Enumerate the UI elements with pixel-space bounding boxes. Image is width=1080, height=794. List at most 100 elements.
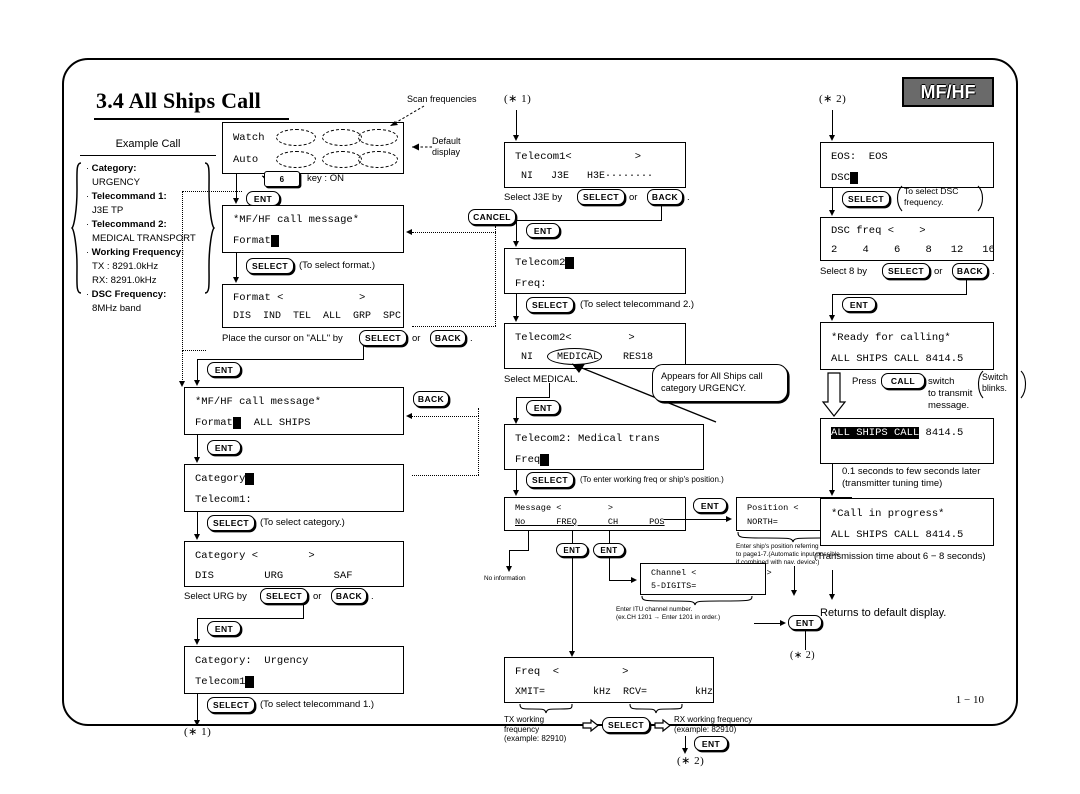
screen-category-list: Category < > DIS URG SAF (184, 541, 404, 587)
select-telecommand1-note: (To select telecommand 1.) (260, 699, 375, 710)
flow-line (236, 253, 237, 279)
no-information-label: No information (484, 575, 526, 582)
select-j3e-note: Select J3E by (504, 192, 563, 203)
key-back[interactable]: BACK (430, 330, 466, 346)
flow-line (832, 570, 833, 596)
key-ent[interactable]: ENT (526, 223, 560, 238)
key-ent[interactable]: ENT (556, 543, 588, 557)
screen-dsc-freq: DSC freq < > 2 4 6 8 12 16 (820, 217, 995, 261)
ref-star2-out-b: (∗ 2) (677, 755, 705, 767)
select-j3e-end: . (687, 192, 690, 203)
key-back[interactable]: BACK (647, 189, 683, 205)
flow-line (197, 512, 198, 536)
screen-telecom2-medical: Telecom2: Medical trans Freq (504, 424, 704, 470)
select-urg-end: . (371, 591, 374, 602)
ref-star1-out: (∗ 1) (184, 726, 212, 738)
screen-call-in-progress: *Call in progress* ALL SHIPS CALL 8414.5 (820, 498, 994, 546)
place-cursor-note: Place the cursor on "ALL" by (222, 333, 343, 344)
flow-line (794, 566, 795, 592)
cancel-return-line (182, 191, 242, 192)
back-return-line (412, 475, 479, 476)
key-ent[interactable]: ENT (694, 736, 728, 751)
cursor-block (232, 417, 242, 429)
key-6[interactable]: 6 (264, 171, 300, 187)
key-back[interactable]: BACK (331, 588, 367, 604)
select-telecommand2-note: (To select telecommand 2.) (580, 299, 695, 310)
key-back[interactable]: BACK (413, 391, 449, 407)
key-select[interactable]: SELECT (246, 258, 294, 274)
key-select[interactable]: SELECT (207, 515, 255, 531)
screen-category-prompt: Category Telecom1: (184, 464, 404, 512)
flow-arrow (828, 210, 835, 216)
key-select[interactable]: SELECT (359, 330, 407, 346)
cursor-block (245, 473, 254, 485)
key-ent[interactable]: ENT (246, 191, 280, 206)
hollow-down-arrow-icon (821, 372, 847, 417)
flow-arrow (828, 315, 835, 321)
key-select[interactable]: SELECT (577, 189, 625, 205)
list-item: MEDICAL TRANSPORT (92, 233, 196, 244)
key-ent[interactable]: ENT (788, 615, 822, 630)
key-select[interactable]: SELECT (526, 297, 574, 313)
flow-line (303, 604, 304, 619)
select-j3e-or: or (629, 192, 638, 203)
example-call-heading: Example Call (115, 138, 181, 150)
select-category-note: (To select category.) (260, 517, 345, 528)
channel-brace (641, 595, 753, 606)
rx-freq-note: RX working frequency (example: 82910) (674, 715, 753, 734)
list-item: · DSC Frequency: (86, 289, 167, 300)
manual-page: 3.4 All Ships Call MF/HF Example Call · … (62, 58, 1027, 767)
mfhf-badge: MF/HF (902, 77, 994, 107)
screen-telecom2-prompt: Telecom2 Freq: (504, 248, 686, 294)
flow-line (609, 557, 610, 581)
screen-transmitting: ALL SHIPS CALL 8414.5 (820, 418, 994, 464)
flow-line (516, 470, 517, 492)
key-ent[interactable]: ENT (207, 362, 241, 377)
key-select[interactable]: SELECT (842, 191, 890, 207)
list-item: TX : 8291.0kHz (92, 261, 159, 272)
flow-line (197, 694, 198, 722)
screen-message-list: Message < > No FREQ CH POS (504, 497, 686, 531)
freq-braces (519, 703, 683, 714)
mfhf-badge-label: MF/HF (920, 81, 976, 102)
flow-line (236, 174, 237, 200)
key-select[interactable]: SELECT (207, 697, 255, 713)
key-ent[interactable]: ENT (593, 543, 625, 557)
key-select[interactable]: SELECT (526, 472, 574, 488)
key-call[interactable]: CALL (881, 373, 925, 389)
cancel-return-line (182, 350, 206, 351)
scan-frequencies-label: Scan frequencies (407, 94, 477, 104)
flow-line (528, 531, 529, 551)
example-call-underline (80, 155, 216, 156)
title-underline (94, 118, 289, 120)
screen-freq-entry: Freq < > XMIT= kHz RCV= kHz (504, 657, 714, 703)
flow-arrow (193, 380, 200, 386)
select-dsc-note: To select DSC frequency. (904, 186, 959, 207)
key-ent[interactable]: ENT (207, 621, 241, 636)
flow-arrow (505, 566, 512, 572)
callout-bubble-urgency: Appears for All Ships call category URGE… (652, 364, 788, 402)
key-select[interactable]: SELECT (260, 588, 308, 604)
key-ent[interactable]: ENT (526, 400, 560, 415)
key-on-note: key : ON (307, 173, 344, 184)
key-ent[interactable]: ENT (842, 297, 876, 312)
flow-line (609, 580, 633, 581)
list-item: · Telecommand 1: (86, 191, 167, 202)
ref-star2-in: (∗ 2) (819, 93, 847, 105)
select-8-end: . (992, 266, 995, 277)
inverse-highlight: ALL SHIPS CALL (831, 427, 920, 439)
list-item: URGENCY (92, 177, 140, 188)
select-format-note: (To select format.) (299, 260, 376, 271)
scan-freq-leader (389, 105, 425, 127)
flow-line (516, 294, 517, 318)
flow-line (516, 110, 517, 136)
key-select[interactable]: SELECT (602, 717, 650, 733)
flow-line (832, 110, 833, 136)
key-ent[interactable]: ENT (693, 498, 727, 513)
key-ent[interactable]: ENT (207, 440, 241, 455)
key-cancel[interactable]: CANCEL (468, 209, 516, 225)
key-select[interactable]: SELECT (882, 263, 930, 279)
flow-line (832, 294, 967, 295)
cancel-return-line (182, 191, 183, 351)
key-back[interactable]: BACK (952, 263, 988, 279)
